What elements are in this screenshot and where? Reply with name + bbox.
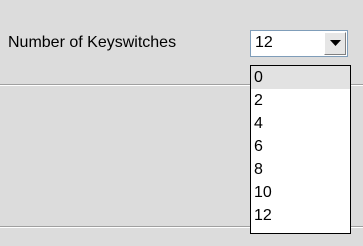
dropdown-option-10[interactable]: 10 xyxy=(251,181,350,204)
dropdown-option-0[interactable]: 0 xyxy=(251,66,350,89)
settings-panel: Number of Keyswitches 12 0 2 4 6 8 10 12 xyxy=(0,0,363,246)
chevron-down-icon xyxy=(330,40,341,46)
dropdown-option-12[interactable]: 12 xyxy=(251,204,350,227)
dropdown-option-4[interactable]: 4 xyxy=(251,112,350,135)
dropdown-button[interactable] xyxy=(324,32,346,55)
keyswitches-label: Number of Keyswitches xyxy=(8,34,177,51)
dropdown-option-2[interactable]: 2 xyxy=(251,89,350,112)
keyswitches-combobox[interactable]: 12 xyxy=(250,30,348,57)
dropdown-option-8[interactable]: 8 xyxy=(251,158,350,181)
keyswitches-dropdown-list[interactable]: 0 2 4 6 8 10 12 xyxy=(250,65,351,234)
combobox-value: 12 xyxy=(255,34,273,51)
dropdown-option-6[interactable]: 6 xyxy=(251,135,350,158)
